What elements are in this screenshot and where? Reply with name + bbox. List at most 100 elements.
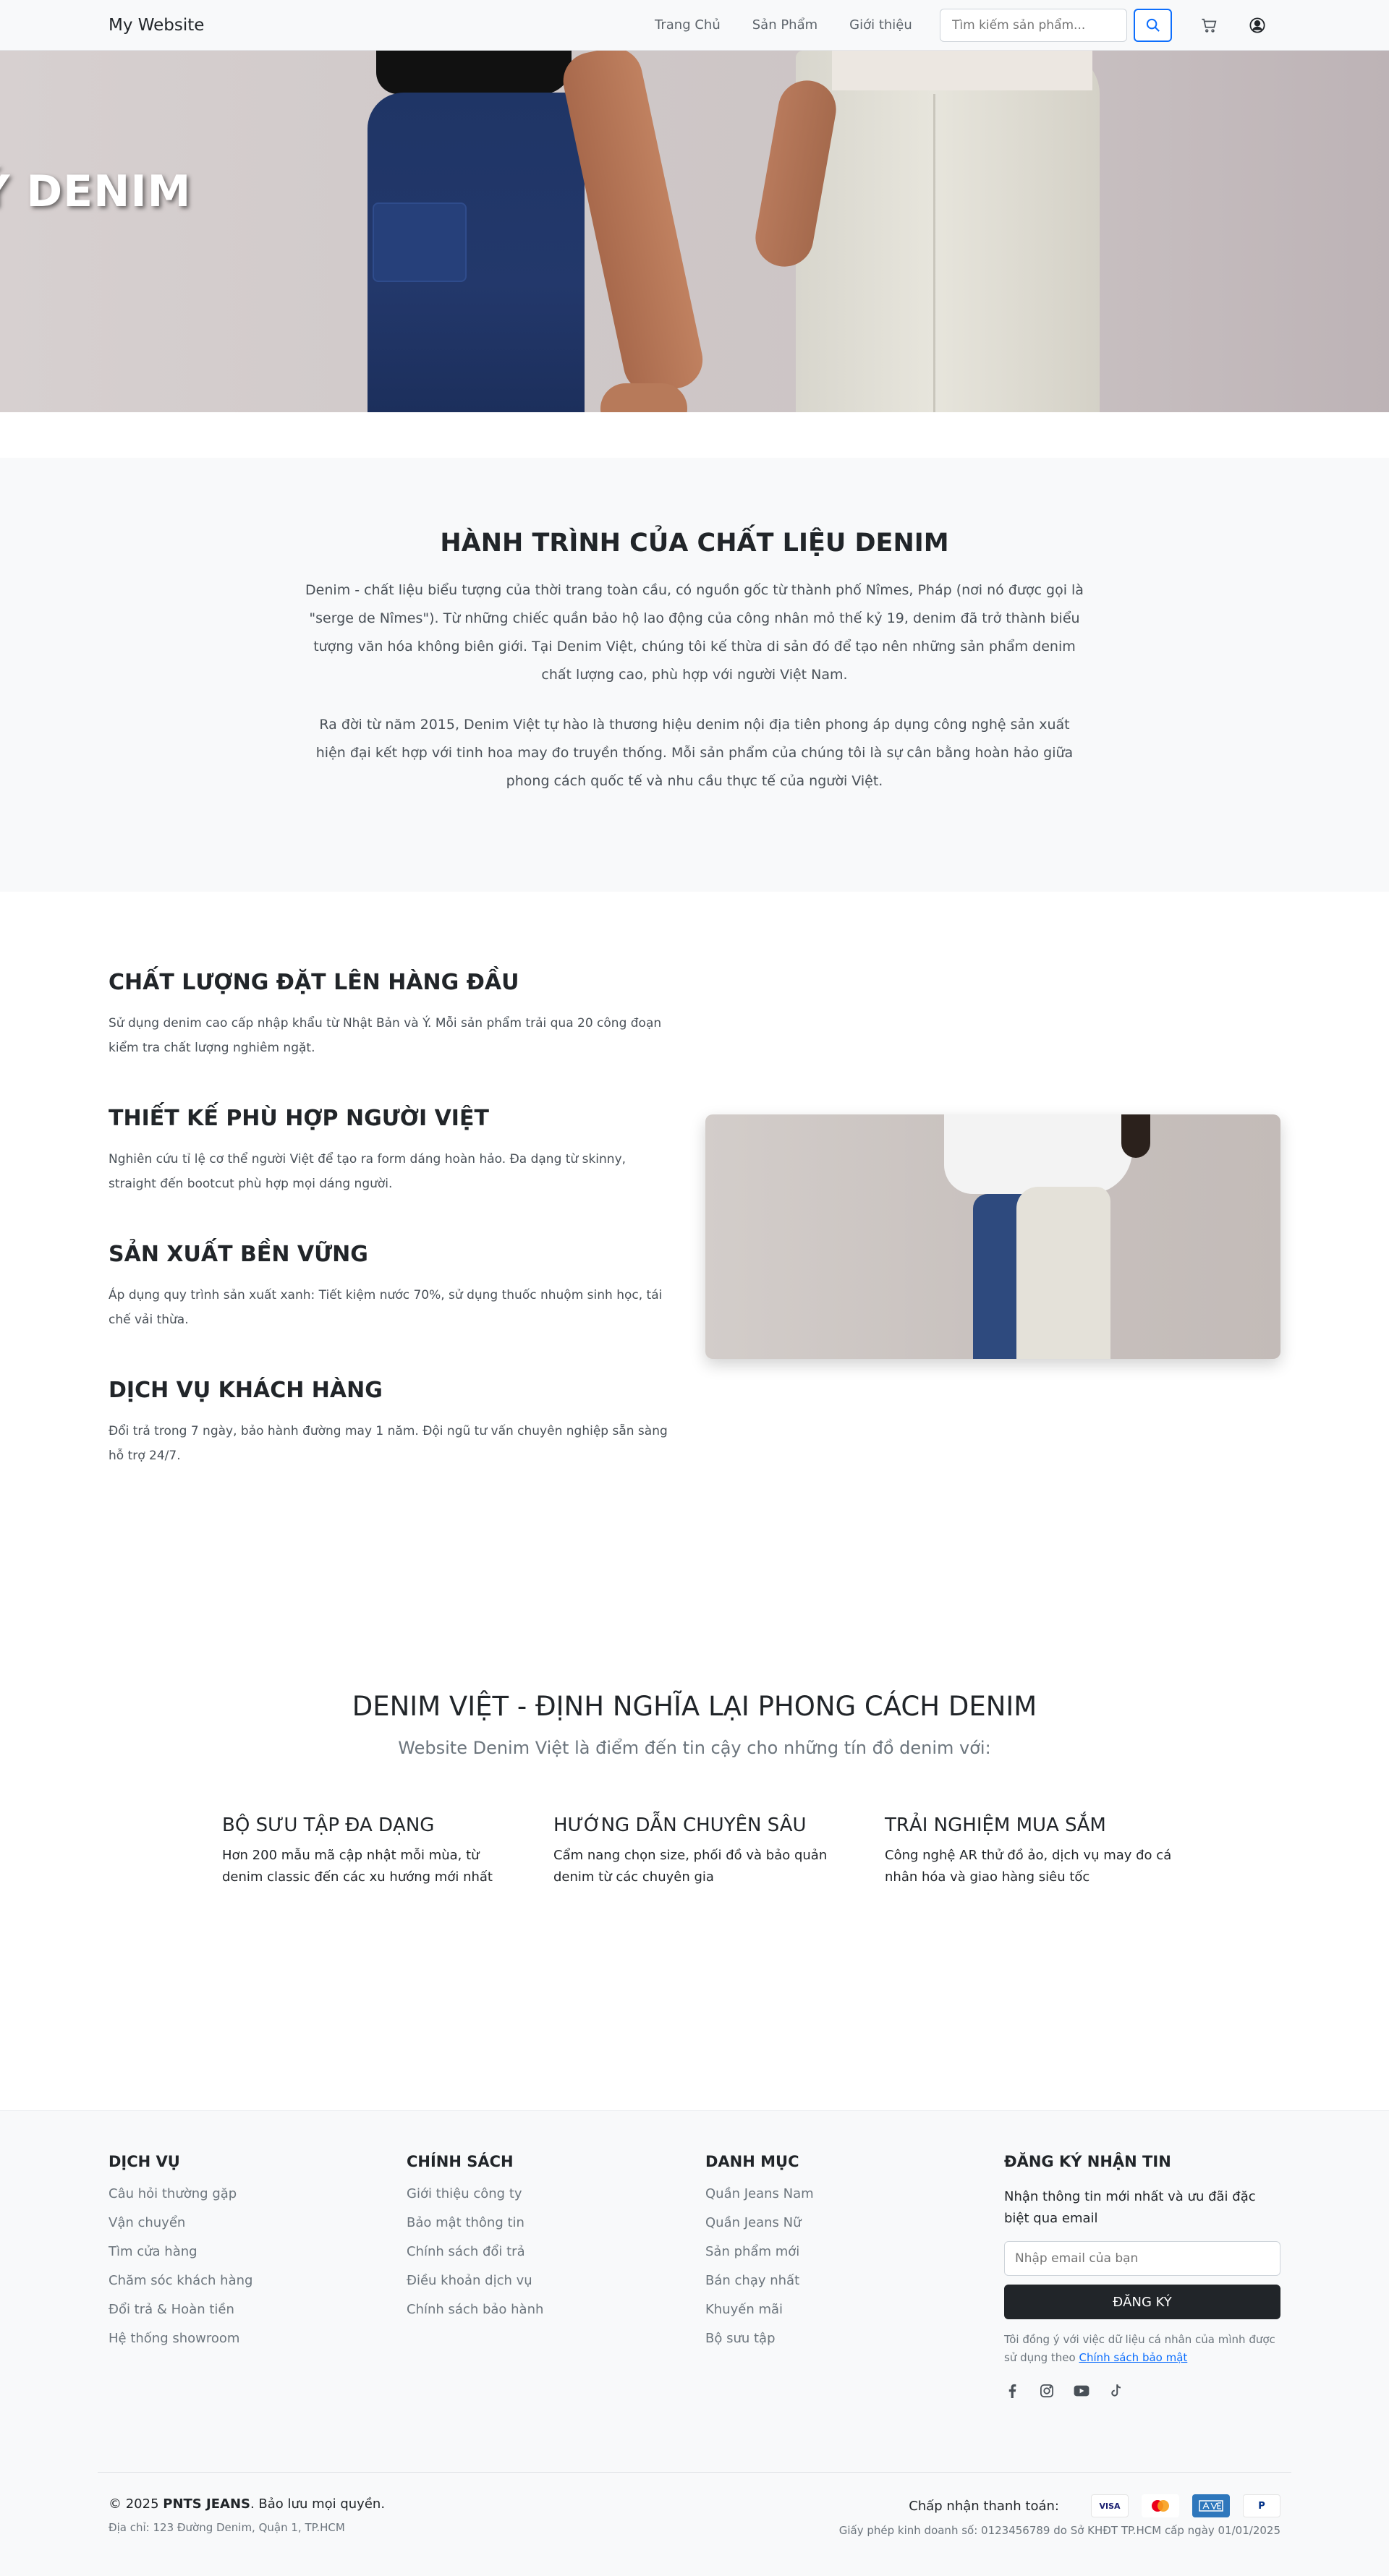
instagram-icon[interactable]	[1039, 2383, 1055, 2399]
footer-services: DỊCH VỤ Câu hỏi thường gặp Vận chuyển Tì…	[109, 2153, 252, 2360]
address: Địa chỉ: 123 Đường Denim, Quận 1, TP.HCM	[109, 2521, 345, 2534]
feature-item: DỊCH VỤ KHÁCH HÀNG Đổi trả trong 7 ngày,…	[109, 1378, 687, 1468]
copyright-suffix: . Bảo lưu mọi quyền.	[250, 2496, 386, 2512]
paypal-icon: P	[1243, 2494, 1280, 2517]
photo-model-hair	[1121, 1114, 1150, 1158]
footer-link[interactable]: Khuyến mãi	[705, 2302, 814, 2317]
hero-model-top	[376, 51, 572, 94]
footer-link[interactable]: Bán chạy nhất	[705, 2273, 814, 2288]
footer-policies: CHÍNH SÁCH Giới thiệu công ty Bảo mật th…	[407, 2153, 543, 2331]
navbar: My Website Trang Chủ Sản Phẩm Giới thiệu	[0, 0, 1389, 51]
search-input[interactable]	[940, 9, 1127, 42]
newsletter-lead: Nhận thông tin mới nhất và ưu đãi đặc bi…	[1004, 2189, 1256, 2226]
journey-paragraph: Ra đời từ năm 2015, Denim Việt tự hào là…	[315, 717, 1074, 789]
search-icon	[1146, 18, 1160, 32]
nav-links: Trang Chủ Sản Phẩm Giới thiệu	[655, 17, 944, 33]
footer-link[interactable]: Chính sách bảo hành	[407, 2302, 543, 2317]
amex-icon	[1192, 2494, 1230, 2517]
feature-text: Nghiên cứu tỉ lệ cơ thể người Việt để tạ…	[109, 1152, 626, 1191]
footer-link[interactable]: Bộ sưu tập	[705, 2331, 814, 2346]
brand-column-text: Công nghệ AR thử đồ ảo, dịch vụ may đo c…	[885, 1848, 1172, 1885]
newsletter-consent: Tôi đồng ý với việc dữ liệu cá nhân của …	[1004, 2331, 1280, 2367]
footer-link[interactable]: Đổi trả & Hoàn tiền	[109, 2302, 252, 2317]
youtube-icon[interactable]	[1074, 2383, 1089, 2399]
search-button[interactable]	[1134, 9, 1172, 42]
brand-subtitle: Website Denim Việt là điểm đến tin cậy c…	[398, 1738, 991, 1758]
denim-journey-section: HÀNH TRÌNH CỦA CHẤT LIỆU DENIM Denim - c…	[0, 458, 1389, 892]
payment-label: Chấp nhận thanh toán:	[909, 2498, 1059, 2514]
brand-column: TRẢI NGHIỆM MUA SẮM Công nghệ AR thử đồ …	[885, 1814, 1189, 1888]
hero-jeans-pocket	[373, 202, 467, 282]
social-links	[1004, 2383, 1280, 2399]
footer-link[interactable]: Câu hỏi thường gặp	[109, 2186, 252, 2201]
footer-link[interactable]: Quần Jeans Nam	[705, 2186, 814, 2201]
feature-text: Sử dụng denim cao cấp nhập khẩu từ Nhật …	[109, 1016, 662, 1055]
subscribe-button[interactable]: ĐĂNG KÝ	[1004, 2285, 1280, 2319]
features-section: CHẤT LƯỢNG ĐẶT LÊN HÀNG ĐẦU Sử dụng deni…	[0, 892, 1389, 1629]
copyright-prefix: © 2025	[109, 2496, 163, 2512]
hero-title: Ý DENIM	[0, 166, 192, 217]
footer-link[interactable]: Vận chuyển	[109, 2215, 252, 2230]
brand-column-text: Hơn 200 mẫu mã cập nhật mỗi mùa, từ deni…	[222, 1848, 493, 1885]
copyright-brand: PNTS JEANS	[163, 2496, 250, 2512]
footer-link[interactable]: Sản phẩm mới	[705, 2244, 814, 2259]
cart-icon[interactable]	[1201, 17, 1217, 33]
footer-link[interactable]: Bảo mật thông tin	[407, 2215, 543, 2230]
feature-item: THIẾT KẾ PHÙ HỢP NGƯỜI VIỆT Nghiên cứu t…	[109, 1106, 687, 1196]
tiktok-icon[interactable]	[1108, 2383, 1124, 2399]
user-account-icon[interactable]	[1249, 17, 1265, 33]
feature-item: SẢN XUẤT BỀN VỮNG Áp dụng quy trình sản …	[109, 1242, 687, 1332]
footer: DỊCH VỤ Câu hỏi thường gặp Vận chuyển Tì…	[0, 2110, 1389, 2576]
features-photo	[705, 1114, 1280, 1359]
hero-pants-seam	[933, 94, 935, 412]
footer-link[interactable]: Giới thiệu công ty	[407, 2186, 543, 2201]
footer-categories: DANH MỤC Quần Jeans Nam Quần Jeans Nữ Sả…	[705, 2153, 814, 2360]
hero-banner: Ý DENIM	[0, 51, 1389, 412]
mastercard-icon	[1142, 2494, 1179, 2517]
footer-newsletter: ĐĂNG KÝ NHẬN TIN Nhận thông tin mới nhất…	[1004, 2153, 1280, 2399]
brand-logo[interactable]: My Website	[109, 16, 204, 35]
facebook-icon[interactable]	[1004, 2383, 1020, 2399]
photo-model-shirt	[944, 1114, 1132, 1194]
footer-link[interactable]: Điều khoản dịch vụ	[407, 2273, 543, 2288]
brand-column-title: TRẢI NGHIỆM MUA SẮM	[885, 1814, 1106, 1836]
footer-heading: DANH MỤC	[705, 2153, 799, 2170]
feature-text: Áp dụng quy trình sản xuất xanh: Tiết ki…	[109, 1288, 663, 1327]
payment-methods: Chấp nhận thanh toán: VISA P	[909, 2494, 1280, 2517]
business-license: Giấy phép kinh doanh số: 0123456789 do S…	[838, 2524, 1280, 2537]
brand-column-title: BỘ SƯU TẬP ĐA DẠNG	[222, 1814, 435, 1836]
hero-model-waist	[832, 51, 1092, 90]
feature-title: DỊCH VỤ KHÁCH HÀNG	[109, 1378, 383, 1403]
nav-link-about[interactable]: Giới thiệu	[849, 17, 912, 33]
feature-title: SẢN XUẤT BỀN VỮNG	[109, 1242, 368, 1267]
visa-icon: VISA	[1091, 2494, 1129, 2517]
hero-model-white-pants	[796, 51, 1100, 412]
footer-link[interactable]: Tìm cửa hàng	[109, 2244, 252, 2259]
nav-link-home[interactable]: Trang Chủ	[655, 17, 721, 33]
brand-title: DENIM VIỆT - ĐỊNH NGHĨA LẠI PHONG CÁCH D…	[352, 1691, 1037, 1722]
journey-paragraph: Denim - chất liệu biểu tượng của thời tr…	[305, 582, 1084, 683]
footer-heading: DỊCH VỤ	[109, 2153, 180, 2170]
photo-model-white-jeans	[1016, 1187, 1110, 1359]
nav-link-products[interactable]: Sản Phẩm	[752, 17, 817, 33]
feature-item: CHẤT LƯỢNG ĐẶT LÊN HÀNG ĐẦU Sử dụng deni…	[109, 970, 687, 1060]
footer-link[interactable]: Hệ thống showroom	[109, 2331, 252, 2346]
brand-section: DENIM VIỆT - ĐỊNH NGHĨA LẠI PHONG CÁCH D…	[0, 1629, 1389, 2110]
footer-heading: ĐĂNG KÝ NHẬN TIN	[1004, 2153, 1171, 2170]
copyright: © 2025 PNTS JEANS. Bảo lưu mọi quyền.	[109, 2496, 385, 2512]
footer-link[interactable]: Chính sách đổi trả	[407, 2244, 543, 2259]
journey-title: HÀNH TRÌNH CỦA CHẤT LIỆU DENIM	[440, 529, 949, 558]
footer-link[interactable]: Quần Jeans Nữ	[705, 2215, 814, 2230]
privacy-policy-link[interactable]: Chính sách bảo mật	[1079, 2351, 1187, 2364]
hero-holding-hands	[600, 383, 687, 412]
footer-link[interactable]: Chăm sóc khách hàng	[109, 2273, 252, 2288]
newsletter-email-input[interactable]	[1004, 2241, 1280, 2276]
feature-title: CHẤT LƯỢNG ĐẶT LÊN HÀNG ĐẦU	[109, 970, 519, 995]
brand-column-title: HƯỚNG DẪN CHUYÊN SÂU	[553, 1814, 807, 1836]
feature-text: Đổi trả trong 7 ngày, bảo hành đường may…	[109, 1424, 668, 1463]
footer-heading: CHÍNH SÁCH	[407, 2153, 514, 2170]
feature-title: THIẾT KẾ PHÙ HỢP NGƯỜI VIỆT	[109, 1106, 489, 1131]
brand-column: HƯỚNG DẪN CHUYÊN SÂU Cẩm nang chọn size,…	[553, 1814, 857, 1888]
brand-column-text: Cẩm nang chọn size, phối đồ và bảo quản …	[553, 1848, 828, 1885]
footer-divider	[98, 2472, 1291, 2473]
